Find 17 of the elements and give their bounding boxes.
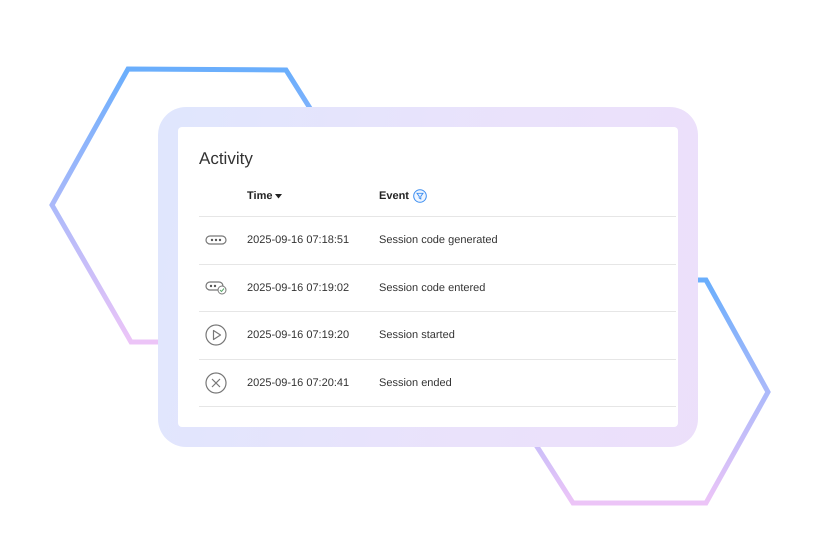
dots-field-check-icon <box>204 280 228 295</box>
event-cell-text: Session ended <box>379 376 452 390</box>
event-cell-text: Session started <box>379 328 455 343</box>
column-header[interactable]: Time <box>247 188 282 204</box>
time-cell: 2025-09-16 07:20:41 <box>247 376 350 388</box>
time-cell: 2025-09-16 07:19:20 <box>247 329 350 341</box>
close-circle-icon <box>205 372 227 394</box>
time-cell: 2025-09-16 07:19:02 <box>247 282 350 294</box>
play-circle-icon <box>205 324 227 346</box>
time-cell: 2025-09-16 07:18:51 <box>247 234 350 246</box>
column-header[interactable]: Event <box>379 188 427 204</box>
sort-caret-icon[interactable] <box>275 194 282 198</box>
event-cell-text: Session code generated <box>379 233 498 248</box>
event-cell-text: Session code entered <box>379 280 486 296</box>
filter-icon[interactable] <box>412 189 427 203</box>
panel-title: Activity <box>199 149 253 169</box>
dots-field-icon <box>205 235 227 246</box>
